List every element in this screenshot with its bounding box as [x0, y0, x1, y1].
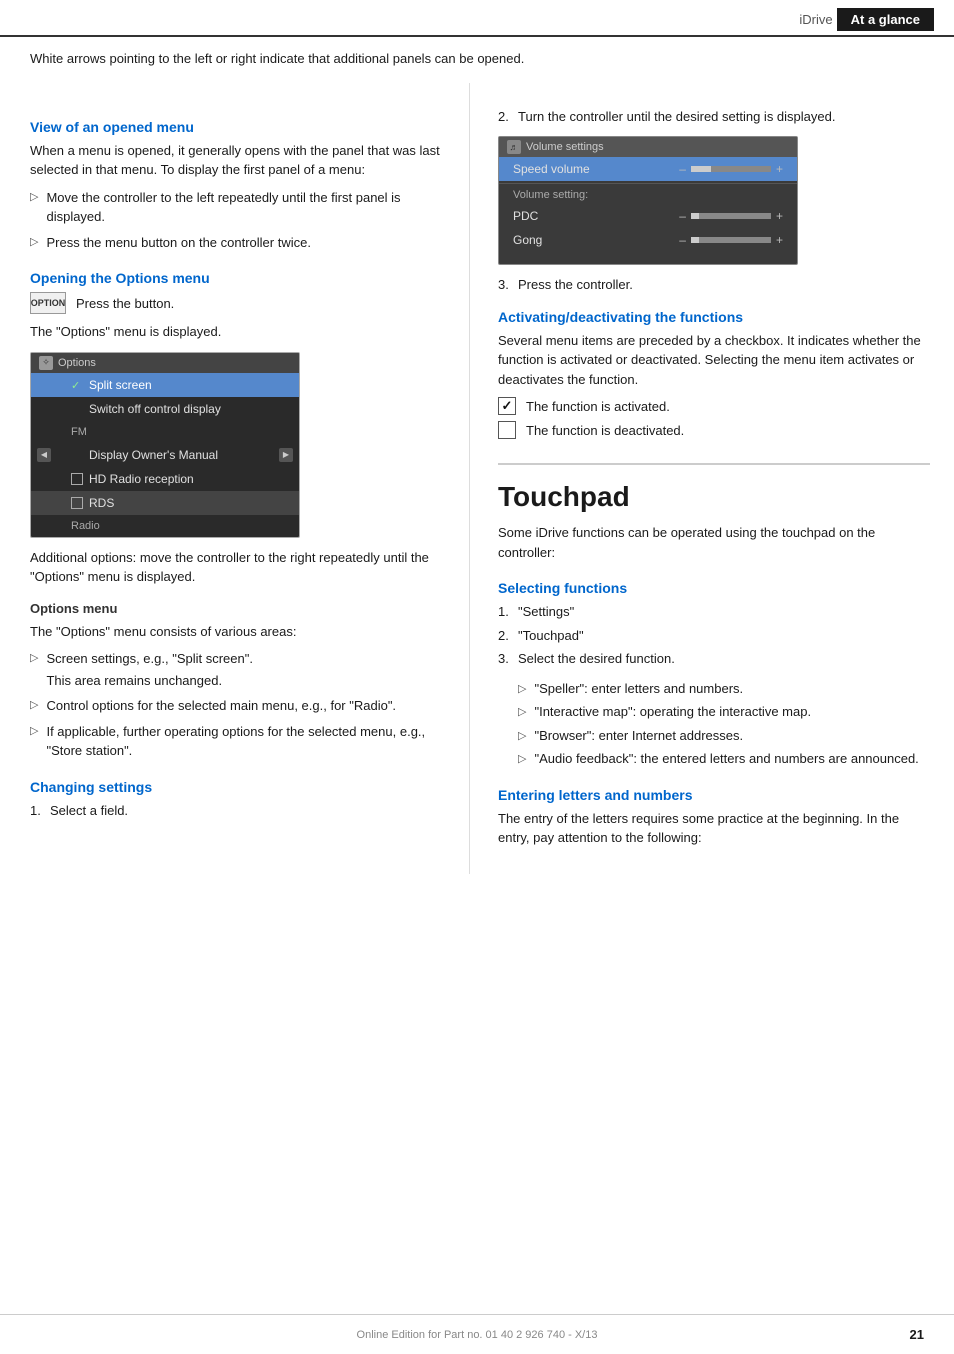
menu-item-split-screen: ✓ Split screen	[31, 373, 299, 397]
checkbox-activated-icon: ✓	[498, 397, 516, 415]
options-menu-bullets: ▷ Screen settings, e.g., "Split screen".…	[30, 649, 445, 761]
section-entering-letters-heading: Entering letters and numbers	[498, 787, 930, 803]
option-button-image: OPTION	[30, 292, 66, 314]
bullet-triangle: ▷	[30, 189, 38, 206]
page-footer: Online Edition for Part no. 01 40 2 926 …	[0, 1314, 954, 1354]
press-btn-row: OPTION Press the button.	[30, 292, 445, 314]
step-1: 1. Select a field.	[30, 801, 445, 821]
section-activating-heading: Activating/deactivating the functions	[498, 309, 930, 325]
section-view-opened-menu-heading: View of an opened menu	[30, 119, 445, 135]
menu-item-hd-radio: HD Radio reception	[31, 467, 299, 491]
bullet-tri: ▷	[30, 650, 38, 667]
intro-text: White arrows pointing to the left or rig…	[30, 49, 924, 69]
menu-item-fm: FM	[31, 421, 299, 443]
sub-tri: ▷	[518, 728, 526, 745]
deactivated-label: The function is deactivated.	[526, 423, 684, 438]
sub-bullet-3: ▷ "Browser": enter Internet addresses.	[518, 726, 930, 746]
options-menu-screenshot: ✧ Options ◀ ▶ ✓ Split screen Switch off …	[30, 352, 300, 538]
options-menu-body: The "Options" menu consists of various a…	[30, 622, 445, 642]
menu-item-switch-off: Switch off control display	[31, 397, 299, 421]
step2-list: 2. Turn the controller until the desired…	[498, 107, 930, 127]
vol-section-label: Volume setting:	[499, 186, 797, 204]
checkbox-hd-radio	[71, 473, 83, 485]
sub-tri: ▷	[518, 751, 526, 768]
vol-bottom-space	[499, 252, 797, 264]
menu-item-radio: Radio	[31, 515, 299, 537]
vol-title-bar: ♬ Volume settings	[499, 137, 797, 157]
checkmark-checked: ✓	[71, 379, 83, 391]
activated-label: The function is activated.	[526, 399, 670, 414]
checkbox-deactivated-icon	[498, 421, 516, 439]
options-bullet-1: ▷ Screen settings, e.g., "Split screen".…	[30, 649, 445, 690]
main-content: View of an opened menu When a menu is op…	[0, 83, 954, 874]
sel-step-1: 1. "Settings"	[498, 602, 930, 622]
section-changing-settings-heading: Changing settings	[30, 779, 445, 795]
menu-item-display-manual: Display Owner's Manual	[31, 443, 299, 467]
menu-title-icon: ✧	[39, 356, 53, 370]
press-text: Press the button.	[76, 296, 174, 311]
brand-label: iDrive	[799, 12, 832, 27]
tab-at-a-glance: At a glance	[837, 8, 934, 31]
menu-displayed-text: The "Options" menu is displayed.	[30, 322, 445, 342]
left-column: View of an opened menu When a menu is op…	[0, 83, 470, 874]
vol-row-gong: Gong – +	[499, 228, 797, 252]
section-opening-options-heading: Opening the Options menu	[30, 270, 445, 286]
menu-title-label: Options	[58, 357, 96, 369]
vol-bar-speed	[691, 166, 771, 172]
bullet-item: ▷ Press the menu button on the controlle…	[30, 233, 445, 253]
section-selecting-functions-heading: Selecting functions	[498, 580, 930, 596]
vol-bar-pdc	[691, 213, 771, 219]
view-opened-menu-body: When a menu is opened, it generally open…	[30, 141, 445, 180]
func-activated-row: ✓ The function is activated.	[498, 397, 930, 415]
vol-row-speed-volume: Speed volume – +	[499, 157, 797, 181]
section-options-menu-heading: Options menu	[30, 601, 445, 616]
menu-title-bar: ✧ Options	[31, 353, 299, 373]
touchpad-heading: Touchpad	[498, 463, 930, 513]
sel-step-3: 3. Select the desired function.	[498, 649, 930, 669]
menu-arrow-left: ◀	[37, 448, 51, 462]
vol-divider	[499, 183, 797, 184]
footer-text: Online Edition for Part no. 01 40 2 926 …	[357, 1329, 598, 1341]
step3-list: 3. Press the controller.	[498, 275, 930, 295]
bullet-tri: ▷	[30, 697, 38, 714]
selecting-steps-list: 1. "Settings" 2. "Touchpad" 3. Select th…	[498, 602, 930, 669]
selecting-sub-bullets: ▷ "Speller": enter letters and numbers. …	[518, 679, 930, 769]
bullet-triangle: ▷	[30, 234, 38, 251]
vol-title-icon: ♬	[507, 140, 521, 154]
bullet-tri: ▷	[30, 723, 38, 740]
entering-letters-body: The entry of the letters requires some p…	[498, 809, 930, 848]
sel-step-2: 2. "Touchpad"	[498, 626, 930, 646]
func-deactivated-row: The function is deactivated.	[498, 421, 930, 439]
right-column: 2. Turn the controller until the desired…	[470, 83, 954, 874]
changing-settings-steps: 1. Select a field.	[30, 801, 445, 821]
options-bullet-2: ▷ Control options for the selected main …	[30, 696, 445, 716]
sub-tri: ▷	[518, 681, 526, 698]
view-opened-menu-bullets: ▷ Move the controller to the left repeat…	[30, 188, 445, 253]
volume-screenshot: ♬ Volume settings Speed volume – + Volum…	[498, 136, 798, 265]
sub-tri: ▷	[518, 704, 526, 721]
sub-bullet-1: ▷ "Speller": enter letters and numbers.	[518, 679, 930, 699]
page-number: 21	[910, 1327, 924, 1342]
activating-body: Several menu items are preceded by a che…	[498, 331, 930, 390]
vol-bar-gong	[691, 237, 771, 243]
sub-bullet-2: ▷ "Interactive map": operating the inter…	[518, 702, 930, 722]
options-bullet-3: ▷ If applicable, further operating optio…	[30, 722, 445, 761]
vol-row-pdc: PDC – +	[499, 204, 797, 228]
menu-arrow-right: ▶	[279, 448, 293, 462]
step-3: 3. Press the controller.	[498, 275, 930, 295]
additional-options-text: Additional options: move the controller …	[30, 548, 445, 587]
bullet-item: ▷ Move the controller to the left repeat…	[30, 188, 445, 227]
sub-bullet-4: ▷ "Audio feedback": the entered letters …	[518, 749, 930, 769]
touchpad-body: Some iDrive functions can be operated us…	[498, 523, 930, 562]
page-header: iDrive At a glance	[0, 0, 954, 37]
checkbox-rds	[71, 497, 83, 509]
step-2: 2. Turn the controller until the desired…	[498, 107, 930, 127]
menu-item-rds: RDS	[31, 491, 299, 515]
vol-title-label: Volume settings	[526, 141, 604, 153]
